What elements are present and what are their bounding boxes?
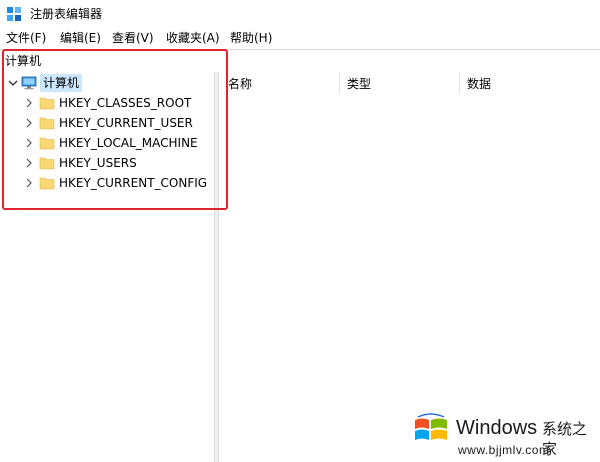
watermark-brand: Windows	[456, 417, 538, 439]
watermark-url: www.bjjmlv.com	[458, 443, 550, 457]
column-header-type[interactable]: 类型	[347, 76, 371, 92]
menu-favorites[interactable]: 收藏夹(A)	[166, 30, 220, 46]
menu-view[interactable]: 查看(V)	[112, 30, 154, 46]
highlight-annotation-box	[2, 49, 228, 210]
menu-bar: 文件(F) 编辑(E) 查看(V) 收藏夹(A) 帮助(H)	[0, 28, 600, 48]
registry-editor-icon	[6, 6, 22, 22]
menu-file[interactable]: 文件(F)	[6, 30, 46, 46]
menu-edit[interactable]: 编辑(E)	[60, 30, 101, 46]
watermark: Windows 系统之家 www.bjjmlv.com	[410, 410, 600, 462]
windows-logo-icon	[412, 412, 450, 448]
column-header-data[interactable]: 数据	[467, 76, 491, 92]
column-divider[interactable]	[339, 72, 340, 94]
watermark-site-name: 系统之家	[542, 420, 588, 458]
values-list-pane[interactable]: 名称 类型 数据	[219, 72, 600, 462]
window-title: 注册表编辑器	[30, 7, 103, 21]
column-header-name[interactable]: 名称	[228, 76, 252, 92]
column-divider[interactable]	[459, 72, 460, 94]
menu-help[interactable]: 帮助(H)	[230, 30, 272, 46]
title-bar: 注册表编辑器	[0, 0, 600, 28]
